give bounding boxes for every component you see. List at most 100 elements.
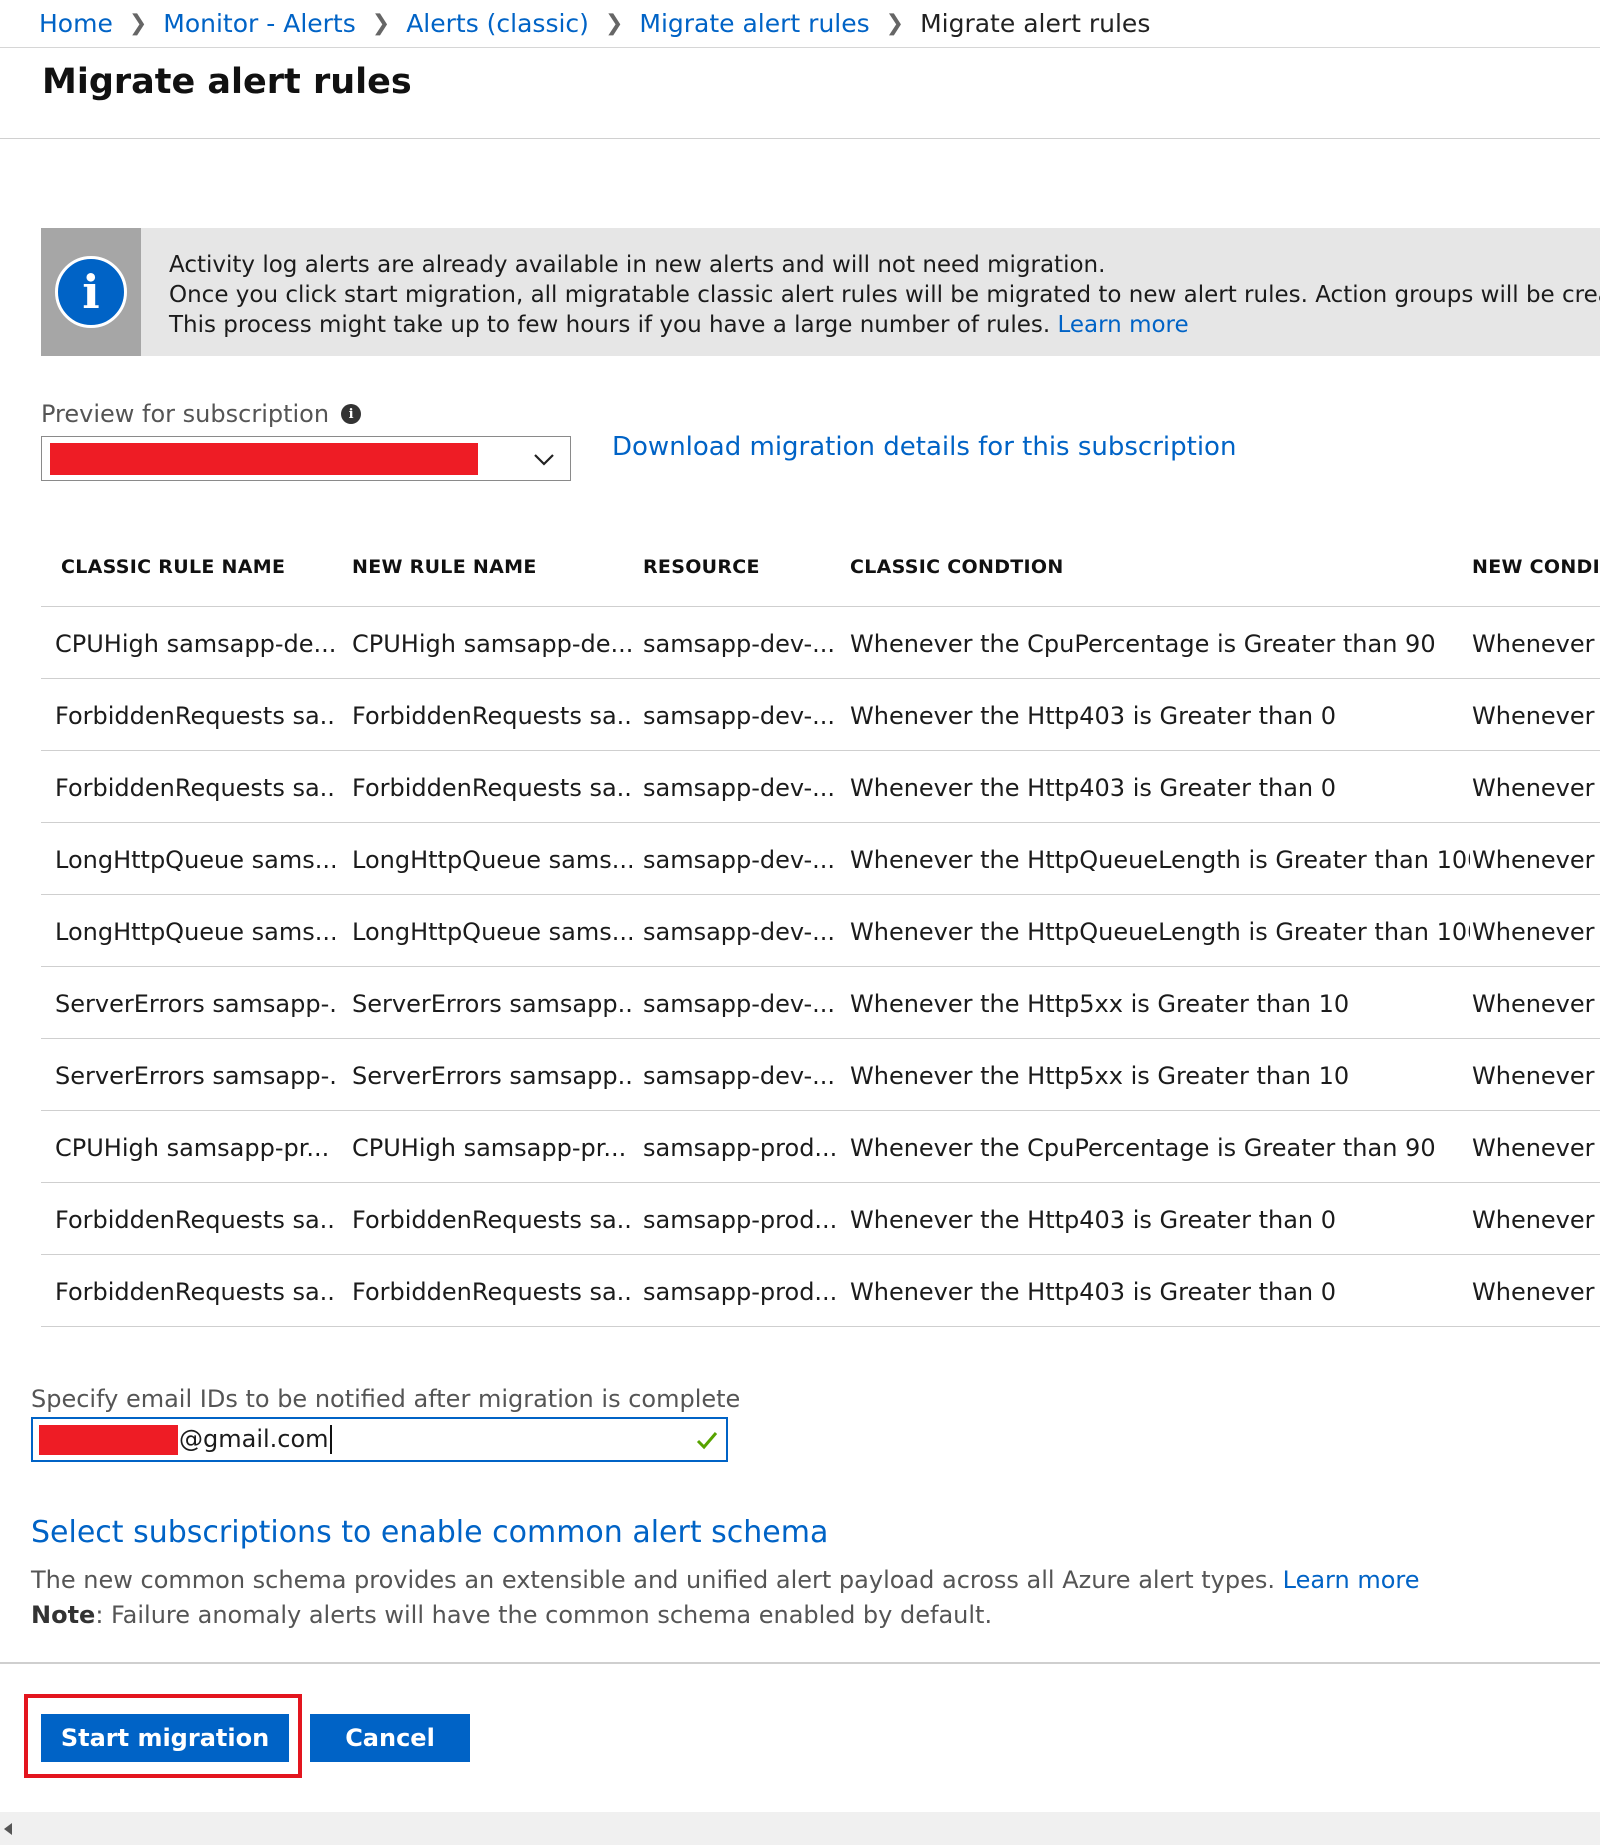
- schema-note-text: : Failure anomaly alerts will have the c…: [95, 1601, 993, 1629]
- cell-classic-rule-name: ForbiddenRequests sa...: [55, 702, 335, 730]
- cell-resource: samsapp-prod...: [643, 1278, 838, 1306]
- cell-classic-condition: Whenever the HttpQueueLength is Greater …: [850, 918, 1470, 946]
- cell-classic-condition: Whenever the CpuPercentage is Greater th…: [850, 1134, 1436, 1162]
- table-row[interactable]: CPUHigh samsapp-pr... CPUHigh samsapp-pr.…: [41, 1111, 1600, 1183]
- cell-new-condition: Whenever t: [1472, 918, 1600, 946]
- cell-classic-rule-name: ForbiddenRequests sa...: [55, 774, 335, 802]
- cell-classic-rule-name: CPUHigh samsapp-de...: [55, 630, 335, 658]
- cell-classic-condition: Whenever the Http5xx is Greater than 10: [850, 990, 1350, 1018]
- info-icon[interactable]: i: [341, 404, 362, 424]
- table-body: CPUHigh samsapp-de... CPUHigh samsapp-de.…: [41, 607, 1600, 1327]
- cell-new-condition: Whenever t: [1472, 846, 1600, 874]
- info-icon-box: i: [41, 228, 141, 356]
- email-field[interactable]: @gmail.com: [31, 1417, 728, 1462]
- table-row[interactable]: LongHttpQueue sams... LongHttpQueue sams.…: [41, 823, 1600, 895]
- header-new-rule-name[interactable]: NEW RULE NAME: [352, 556, 632, 578]
- cell-new-condition: Whenever t: [1472, 774, 1600, 802]
- info-learn-more-link[interactable]: Learn more: [1057, 312, 1188, 338]
- cell-classic-rule-name: CPUHigh samsapp-pr...: [55, 1134, 330, 1162]
- cell-resource: samsapp-dev-...: [643, 630, 836, 658]
- schema-learn-more-link[interactable]: Learn more: [1283, 1566, 1420, 1594]
- cell-new-condition: Whenever t: [1472, 702, 1600, 730]
- table-header: CLASSIC RULE NAME NEW RULE NAME RESOURCE…: [41, 540, 1600, 607]
- subscription-label: Preview for subscription i: [41, 400, 362, 428]
- select-subscriptions-schema-link[interactable]: Select subscriptions to enable common al…: [31, 1515, 828, 1550]
- breadcrumb-alerts-classic[interactable]: Alerts (classic): [406, 9, 589, 38]
- migration-table: CLASSIC RULE NAME NEW RULE NAME RESOURCE…: [41, 540, 1600, 1327]
- header-resource[interactable]: RESOURCE: [643, 556, 843, 578]
- cell-new-condition: Whenever t: [1472, 630, 1600, 658]
- info-banner: i Activity log alerts are already availa…: [41, 228, 1600, 356]
- cell-new-condition: Whenever t: [1472, 1062, 1600, 1090]
- cell-classic-rule-name: LongHttpQueue sams...: [55, 918, 335, 946]
- redacted-subscription: [50, 443, 478, 475]
- table-row[interactable]: CPUHigh samsapp-de... CPUHigh samsapp-de.…: [41, 607, 1600, 679]
- cell-classic-condition: Whenever the CpuPercentage is Greater th…: [850, 630, 1436, 658]
- chevron-right-icon: ❯: [885, 11, 905, 36]
- cell-classic-rule-name: ServerErrors samsapp-...: [55, 990, 335, 1018]
- cell-new-rule-name: LongHttpQueue sams...: [352, 918, 632, 946]
- breadcrumb: Home ❯ Monitor - Alerts ❯ Alerts (classi…: [0, 0, 1600, 48]
- info-text: Activity log alerts are already availabl…: [169, 250, 1600, 340]
- cell-new-condition: Whenever t: [1472, 990, 1600, 1018]
- cell-resource: samsapp-dev-...: [643, 918, 836, 946]
- bottom-divider: [0, 1662, 1600, 1664]
- breadcrumb-migrate-alert-rules[interactable]: Migrate alert rules: [639, 9, 869, 38]
- cell-new-condition: Whenever t: [1472, 1278, 1600, 1306]
- title-divider: [0, 138, 1600, 139]
- cell-new-rule-name: ForbiddenRequests sa...: [352, 702, 632, 730]
- cell-classic-rule-name: ForbiddenRequests sa...: [55, 1206, 335, 1234]
- cell-classic-condition: Whenever the Http5xx is Greater than 10: [850, 1062, 1350, 1090]
- cell-resource: samsapp-dev-...: [643, 774, 836, 802]
- page-title: Migrate alert rules: [42, 62, 412, 102]
- table-row[interactable]: ServerErrors samsapp-... ServerErrors sam…: [41, 967, 1600, 1039]
- header-classic-condition[interactable]: CLASSIC CONDTION: [850, 556, 1470, 578]
- email-value: @gmail.com: [179, 1425, 332, 1454]
- cell-classic-condition: Whenever the HttpQueueLength is Greater …: [850, 846, 1470, 874]
- chevron-right-icon: ❯: [604, 11, 624, 36]
- cell-resource: samsapp-dev-...: [643, 702, 836, 730]
- cell-classic-rule-name: ServerErrors samsapp-...: [55, 1062, 335, 1090]
- info-line-3: This process might take up to few hours …: [169, 310, 1600, 340]
- cell-new-rule-name: ForbiddenRequests sa...: [352, 774, 632, 802]
- check-icon: [696, 1432, 718, 1450]
- email-label: Specify email IDs to be notified after m…: [31, 1385, 741, 1413]
- cell-resource: samsapp-prod...: [643, 1206, 838, 1234]
- chevron-right-icon: ❯: [128, 11, 148, 36]
- start-migration-button[interactable]: Start migration: [41, 1714, 289, 1762]
- cell-new-rule-name: ForbiddenRequests sa...: [352, 1278, 632, 1306]
- schema-note-label: Note: [31, 1601, 96, 1629]
- schema-description-text: The new common schema provides an extens…: [31, 1566, 1275, 1594]
- cell-new-rule-name: ServerErrors samsapp...: [352, 990, 632, 1018]
- cell-classic-condition: Whenever the Http403 is Greater than 0: [850, 702, 1337, 730]
- header-classic-rule-name[interactable]: CLASSIC RULE NAME: [61, 556, 341, 578]
- cell-new-rule-name: CPUHigh samsapp-de...: [352, 630, 632, 658]
- horizontal-scrollbar[interactable]: [0, 1812, 1600, 1845]
- cell-classic-rule-name: LongHttpQueue sams...: [55, 846, 335, 874]
- cell-classic-condition: Whenever the Http403 is Greater than 0: [850, 1278, 1337, 1306]
- cancel-button[interactable]: Cancel: [310, 1714, 470, 1762]
- table-row[interactable]: ForbiddenRequests sa... ForbiddenRequests…: [41, 1183, 1600, 1255]
- table-row[interactable]: ServerErrors samsapp-... ServerErrors sam…: [41, 1039, 1600, 1111]
- table-row[interactable]: ForbiddenRequests sa... ForbiddenRequests…: [41, 679, 1600, 751]
- subscription-select[interactable]: [41, 436, 571, 481]
- breadcrumb-monitor-alerts[interactable]: Monitor - Alerts: [163, 9, 355, 38]
- table-row[interactable]: ForbiddenRequests sa... ForbiddenRequests…: [41, 751, 1600, 823]
- header-new-condition[interactable]: NEW CONDIT: [1472, 556, 1600, 578]
- cell-new-rule-name: ForbiddenRequests sa...: [352, 1206, 632, 1234]
- cell-new-rule-name: LongHttpQueue sams...: [352, 846, 632, 874]
- table-row[interactable]: LongHttpQueue sams... LongHttpQueue sams.…: [41, 895, 1600, 967]
- chevron-right-icon: ❯: [371, 11, 391, 36]
- cell-new-rule-name: ServerErrors samsapp...: [352, 1062, 632, 1090]
- cell-new-rule-name: CPUHigh samsapp-pr...: [352, 1134, 627, 1162]
- info-line-2: Once you click start migration, all migr…: [169, 282, 1600, 308]
- cell-resource: samsapp-prod...: [643, 1134, 838, 1162]
- subscription-label-text: Preview for subscription: [41, 400, 330, 428]
- chevron-down-icon: [534, 454, 554, 466]
- scroll-left-icon[interactable]: [2, 1822, 14, 1836]
- table-row[interactable]: ForbiddenRequests sa... ForbiddenRequests…: [41, 1255, 1600, 1327]
- download-migration-details-link[interactable]: Download migration details for this subs…: [612, 432, 1236, 462]
- breadcrumb-current: Migrate alert rules: [920, 9, 1151, 38]
- schema-note: Note: Failure anomaly alerts will have t…: [31, 1601, 992, 1629]
- breadcrumb-home[interactable]: Home: [39, 9, 113, 38]
